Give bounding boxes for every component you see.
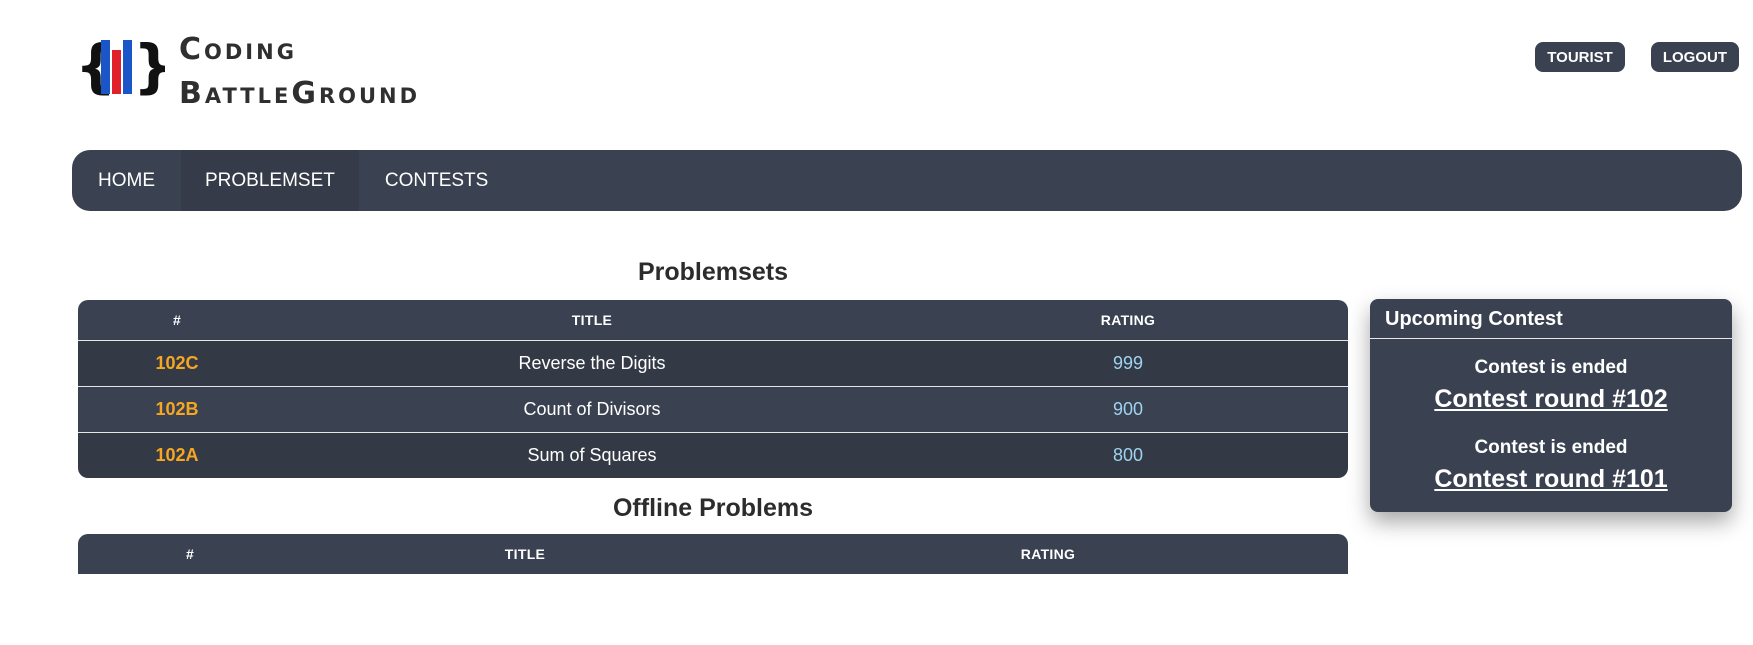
table-header-row: # TITLE RATING — [78, 534, 1348, 574]
column-header-title: TITLE — [302, 534, 748, 574]
nav-item-problemset[interactable]: PROBLEMSET — [181, 150, 359, 211]
panel-title: Upcoming Contest — [1370, 299, 1732, 339]
svg-text:}: } — [133, 34, 165, 100]
upcoming-contest-panel: Upcoming Contest Contest is ended Contes… — [1370, 299, 1732, 512]
contest-link[interactable]: Contest round #102 — [1434, 381, 1667, 417]
problem-rating: 900 — [908, 385, 1348, 432]
problem-id[interactable]: 102A — [78, 431, 276, 478]
nav-item-contests[interactable]: CONTESTS — [385, 150, 512, 211]
main-content: Problemsets # TITLE RATING 102C Reverse … — [78, 250, 1348, 574]
contest-status: Contest is ended — [1474, 357, 1628, 378]
logout-button[interactable]: LOGOUT — [1650, 42, 1739, 72]
brand-line-1: Coding — [179, 32, 297, 67]
header: { } Coding BattleGround TOURIST LOGOUT — [0, 0, 1753, 140]
problem-rating: 999 — [908, 339, 1348, 386]
problem-title[interactable]: Reverse the Digits — [276, 339, 908, 386]
svg-text:{: { — [75, 34, 116, 100]
user-profile-button[interactable]: TOURIST — [1535, 42, 1625, 72]
brand-name: Coding BattleGround — [179, 28, 420, 116]
column-header-id: # — [78, 534, 302, 574]
problem-title[interactable]: Count of Divisors — [276, 385, 908, 432]
table-row[interactable]: 102C Reverse the Digits 999 — [78, 339, 1348, 386]
table-row[interactable]: 102B Count of Divisors 900 — [78, 385, 1348, 432]
top-actions: TOURIST LOGOUT — [1535, 42, 1739, 72]
problem-id[interactable]: 102C — [78, 339, 276, 386]
problem-id[interactable]: 102B — [78, 385, 276, 432]
logo-icon: { } — [75, 34, 165, 100]
column-header-rating: RATING — [748, 534, 1348, 574]
main-navbar: HOME PROBLEMSET CONTESTS — [72, 150, 1742, 211]
table-row[interactable]: 102A Sum of Squares 800 — [78, 431, 1348, 478]
problem-title[interactable]: Sum of Squares — [276, 431, 908, 478]
contest-status: Contest is ended — [1474, 437, 1628, 458]
brand-line-2: BattleGround — [179, 76, 421, 111]
offline-problems-table: # TITLE RATING — [78, 534, 1348, 574]
problemsets-title: Problemsets — [637, 258, 789, 286]
brand-logo[interactable]: { } Coding BattleGround — [75, 28, 525, 118]
problemsets-table: # TITLE RATING 102C Reverse the Digits 9… — [78, 300, 1348, 478]
contest-item: Contest is ended Contest round #102 — [1370, 355, 1732, 417]
column-header-rating: RATING — [908, 300, 1348, 340]
offline-problems-title: Offline Problems — [612, 494, 814, 522]
table-header-row: # TITLE RATING — [78, 300, 1348, 340]
problem-rating: 800 — [908, 431, 1348, 478]
column-header-id: # — [78, 300, 276, 340]
nav-item-home[interactable]: HOME — [98, 150, 179, 211]
contest-link[interactable]: Contest round #101 — [1434, 461, 1667, 497]
column-header-title: TITLE — [276, 300, 908, 340]
contest-item: Contest is ended Contest round #101 — [1370, 435, 1732, 497]
